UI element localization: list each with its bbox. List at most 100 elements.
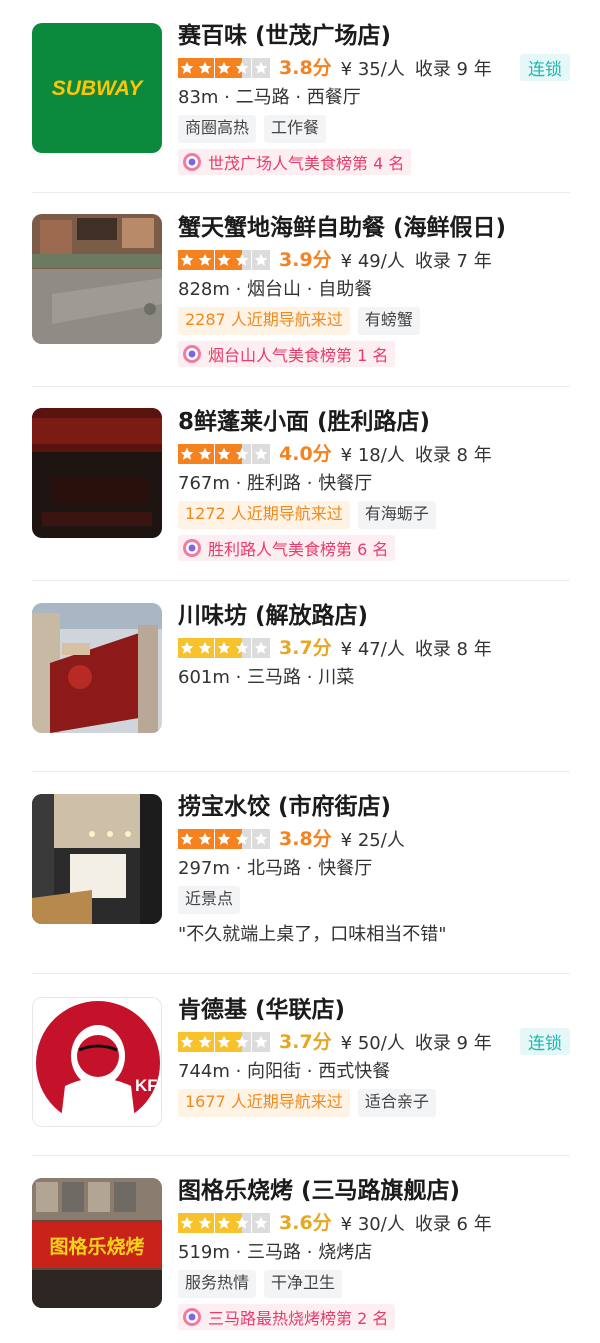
star-filled-icon: [214, 1032, 233, 1052]
restaurant-thumbnail[interactable]: [32, 603, 162, 733]
star-filled-icon: [233, 250, 252, 270]
restaurant-name[interactable]: 蟹天蟹地海鲜自助餐 (海鲜假日): [178, 212, 570, 244]
restaurant-thumbnail[interactable]: [32, 794, 162, 924]
restaurant-name[interactable]: 肯德基 (华联店): [178, 994, 570, 1026]
star-filled-icon: [178, 250, 196, 270]
star-filled-icon: [233, 1213, 252, 1233]
star-filled-icon: [178, 58, 196, 78]
restaurant-name[interactable]: 赛百味 (世茂广场店): [178, 20, 570, 52]
star-empty-icon: [251, 1213, 270, 1233]
star-empty-icon: [251, 1032, 270, 1052]
restaurant-card[interactable]: 蟹天蟹地海鲜自助餐 (海鲜假日) 3.9分 ¥ 49/人 收录 7 年 828m…: [0, 193, 600, 386]
navigation-count-tag: 1272 人近期导航来过: [178, 501, 350, 529]
location-line: 744m · 向阳街 · 西式快餐: [178, 1061, 391, 1082]
restaurant-card[interactable]: 川味坊 (解放路店) 3.7分 ¥ 47/人 收录 8 年 601m · 三马路…: [0, 581, 600, 770]
ranking-badge[interactable]: 世茂广场人气美食榜第 4 名: [178, 149, 412, 175]
restaurant-name[interactable]: 川味坊 (解放路店): [178, 600, 570, 632]
restaurant-card[interactable]: 8鲜蓬莱小面 (胜利路店) 4.0分 ¥ 18/人 收录 8 年 767m · …: [0, 387, 600, 580]
star-rating: [178, 1213, 270, 1233]
star-filled-icon: [233, 444, 252, 464]
star-filled-icon: [214, 829, 233, 849]
star-filled-icon: [196, 1213, 215, 1233]
restaurant-name[interactable]: 捞宝水饺 (市府街店): [178, 791, 570, 823]
price-per-person: ¥ 18/人: [340, 445, 405, 466]
bbq-sign-text: 图格乐烧烤: [49, 1235, 144, 1258]
kfc-logo-text: KFC: [135, 1076, 162, 1095]
star-rating: [178, 1032, 270, 1052]
rating-score: 3.8分: [279, 828, 332, 850]
star-filled-icon: [233, 829, 252, 849]
star-filled-icon: [214, 638, 233, 658]
star-rating: [178, 250, 270, 270]
restaurant-card[interactable]: 图格乐烧烤 图格乐烧烤 (三马路旗舰店) 3.6分 ¥ 30/人 收录 6 年 …: [0, 1156, 600, 1343]
restaurant-card[interactable]: KFC 肯德基 (华联店) 3.7分 ¥ 50/人 收录 9 年 连锁 744m…: [0, 974, 600, 1155]
ranking-medal-icon: [183, 1308, 201, 1326]
star-filled-icon: [233, 638, 252, 658]
subway-logo-text: SUBWAY: [52, 77, 145, 100]
star-filled-icon: [214, 444, 233, 464]
star-filled-icon: [178, 638, 196, 658]
star-rating: [178, 444, 270, 464]
star-filled-icon: [214, 250, 233, 270]
location-line: 297m · 北马路 · 快餐厅: [178, 858, 373, 879]
restaurant-thumbnail[interactable]: 图格乐烧烤: [32, 1178, 162, 1308]
price-per-person: ¥ 25/人: [340, 830, 405, 851]
ranking-text: 三马路最热烧烤榜第 2 名: [208, 1309, 389, 1328]
restaurant-name[interactable]: 8鲜蓬莱小面 (胜利路店): [178, 406, 570, 438]
navigation-count-tag: 1677 人近期导航来过: [178, 1089, 350, 1117]
ranking-text: 烟台山人气美食榜第 1 名: [208, 346, 389, 365]
rating-score: 3.7分: [279, 1031, 332, 1053]
price-per-person: ¥ 50/人: [340, 1033, 405, 1054]
star-filled-icon: [196, 1032, 215, 1052]
star-empty-icon: [251, 829, 270, 849]
restaurant-thumbnail[interactable]: [32, 214, 162, 344]
star-rating: [178, 638, 270, 658]
star-filled-icon: [196, 250, 215, 270]
ranking-medal-icon: [183, 345, 201, 363]
star-filled-icon: [178, 444, 196, 464]
listed-since: 收录 9 年: [414, 59, 492, 80]
feature-tag: 有螃蟹: [357, 307, 420, 335]
location-line: 601m · 三马路 · 川菜: [178, 667, 355, 688]
star-filled-icon: [196, 58, 215, 78]
price-per-person: ¥ 49/人: [340, 251, 405, 272]
ranking-medal-icon: [183, 539, 201, 557]
listed-since: 收录 6 年: [414, 1214, 492, 1235]
star-filled-icon: [233, 1032, 252, 1052]
price-per-person: ¥ 47/人: [340, 639, 405, 660]
star-filled-icon: [196, 444, 215, 464]
rating-score: 3.7分: [279, 637, 332, 659]
star-filled-icon: [178, 1032, 196, 1052]
star-empty-icon: [251, 638, 270, 658]
location-line: 767m · 胜利路 · 快餐厅: [178, 473, 373, 494]
ranking-badge[interactable]: 烟台山人气美食榜第 1 名: [178, 341, 396, 367]
price-per-person: ¥ 30/人: [340, 1214, 405, 1235]
restaurant-thumbnail[interactable]: KFC: [32, 997, 162, 1127]
star-filled-icon: [178, 829, 196, 849]
rating-score: 3.6分: [279, 1212, 332, 1234]
restaurant-thumbnail[interactable]: SUBWAY: [32, 23, 162, 153]
feature-tag: 有海蛎子: [357, 501, 436, 529]
restaurant-card[interactable]: SUBWAY 赛百味 (世茂广场店) 3.8分 ¥ 35/人 收录 9 年 连锁…: [0, 0, 600, 192]
ranking-badge[interactable]: 胜利路人气美食榜第 6 名: [178, 535, 396, 561]
rating-score: 3.9分: [279, 249, 332, 271]
star-empty-icon: [251, 444, 270, 464]
star-filled-icon: [233, 58, 252, 78]
listed-since: 收录 9 年: [414, 1033, 492, 1054]
feature-tag: 干净卫生: [264, 1270, 343, 1298]
feature-tag: 近景点: [178, 886, 241, 914]
restaurant-name[interactable]: 图格乐烧烤 (三马路旗舰店): [178, 1175, 570, 1207]
rating-score: 3.8分: [279, 57, 332, 79]
star-empty-icon: [251, 58, 270, 78]
feature-tag: 商圈高热: [178, 115, 257, 143]
listed-since: 收录 8 年: [414, 445, 492, 466]
price-per-person: ¥ 35/人: [340, 59, 405, 80]
listed-since: 收录 8 年: [414, 639, 492, 660]
star-filled-icon: [214, 1213, 233, 1233]
ranking-badge[interactable]: 三马路最热烧烤榜第 2 名: [178, 1304, 396, 1330]
star-filled-icon: [196, 829, 215, 849]
restaurant-thumbnail[interactable]: [32, 408, 162, 538]
location-line: 83m · 二马路 · 西餐厅: [178, 87, 361, 108]
restaurant-card[interactable]: 捞宝水饺 (市府街店) 3.8分 ¥ 25/人 297m · 北马路 · 快餐厅…: [0, 772, 600, 973]
feature-tag: 工作餐: [264, 115, 327, 143]
